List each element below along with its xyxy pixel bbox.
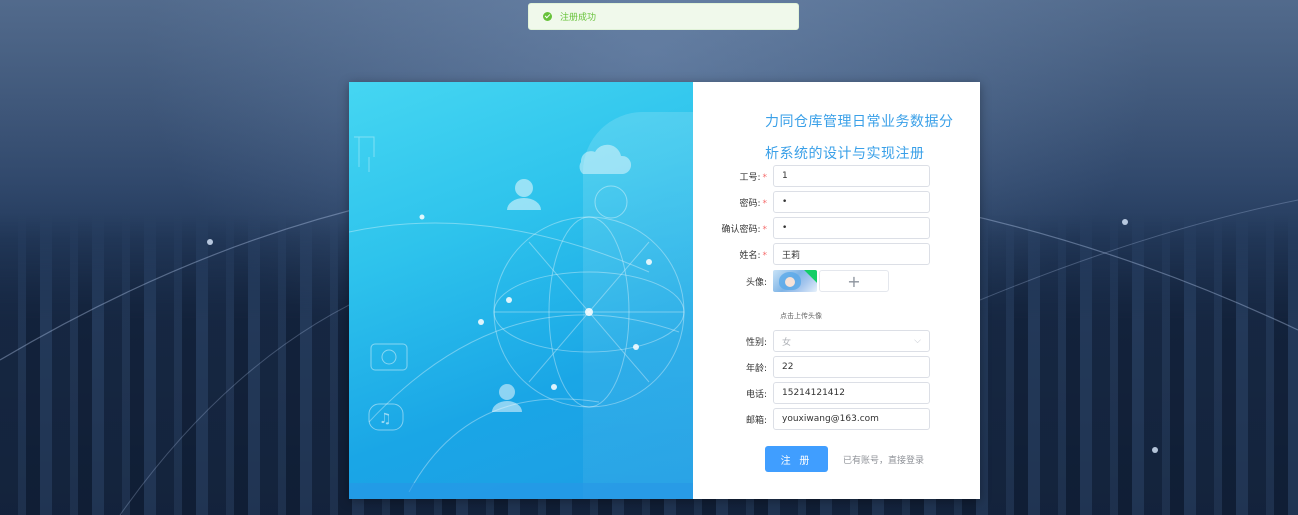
confirm-password-row: 确认密码: * •	[693, 216, 953, 240]
required-mark: *	[762, 224, 768, 235]
toast-message: 注册成功	[560, 13, 597, 23]
name-row: 姓名: * 王莉	[693, 242, 953, 266]
upload-success-icon	[802, 270, 817, 284]
register-form: 力同仓库管理日常业务数据分析系统的设计与实现注册 工号: * 1 密码: * • 确…	[693, 82, 980, 499]
age-input[interactable]: 22	[773, 356, 930, 378]
plus-icon: +	[847, 271, 861, 291]
gender-value: 女	[782, 337, 792, 348]
required-mark: *	[762, 250, 768, 261]
age-row: 年龄: 22	[693, 355, 953, 379]
phone-row: 电话: 15214121412	[693, 381, 953, 405]
confirm-password-input[interactable]: •	[773, 217, 930, 239]
avatar-upload-hint: 点击上传头像	[780, 312, 822, 320]
required-mark: *	[762, 198, 768, 209]
email-label: 邮箱:	[745, 415, 767, 426]
gender-row: 性别: 女 ⌵	[693, 329, 953, 353]
gender-label: 性别:	[745, 337, 767, 348]
phone-input[interactable]: 15214121412	[773, 382, 930, 404]
chevron-down-icon: ⌵	[914, 336, 921, 346]
email-row: 邮箱: youxiwang@163.com	[693, 407, 953, 431]
password-row: 密码: * •	[693, 190, 953, 214]
tech-illustration: ♫	[349, 82, 693, 499]
register-button[interactable]: 注 册	[765, 446, 828, 472]
network-graphic: ♫	[349, 136, 685, 493]
password-label: 密码:	[739, 198, 761, 209]
name-label: 姓名:	[739, 250, 761, 261]
illustration-bottom-bar	[349, 483, 693, 499]
success-toast: 注册成功	[528, 3, 799, 30]
employee-no-input[interactable]: 1	[773, 165, 930, 187]
age-label: 年龄:	[745, 363, 767, 374]
password-input[interactable]: •	[773, 191, 930, 213]
avatar-upload-button[interactable]: +	[819, 270, 889, 292]
confirm-password-label: 确认密码:	[721, 224, 761, 235]
employee-no-row: 工号: * 1	[693, 164, 953, 188]
register-card: ♫ 力同仓库管理日常业务数据分析系统的设计与实现注册 工号: * 1 密码: * •…	[349, 82, 980, 499]
avatar-row: 头像: +	[693, 268, 889, 294]
success-check-icon	[543, 12, 552, 21]
name-input[interactable]: 王莉	[773, 243, 930, 265]
required-mark: *	[762, 172, 768, 183]
page-title: 力同仓库管理日常业务数据分析系统的设计与实现注册	[765, 114, 954, 162]
login-link[interactable]: 已有账号，直接登录	[843, 453, 924, 466]
email-input[interactable]: youxiwang@163.com	[773, 408, 930, 430]
phone-label: 电话:	[745, 389, 767, 400]
gender-select[interactable]: 女 ⌵	[773, 330, 930, 352]
avatar-preview[interactable]	[773, 270, 817, 292]
avatar-label: 头像:	[745, 277, 767, 288]
svg-text:♫: ♫	[379, 411, 392, 427]
avatar-face	[785, 277, 795, 287]
employee-no-label: 工号:	[739, 172, 761, 183]
